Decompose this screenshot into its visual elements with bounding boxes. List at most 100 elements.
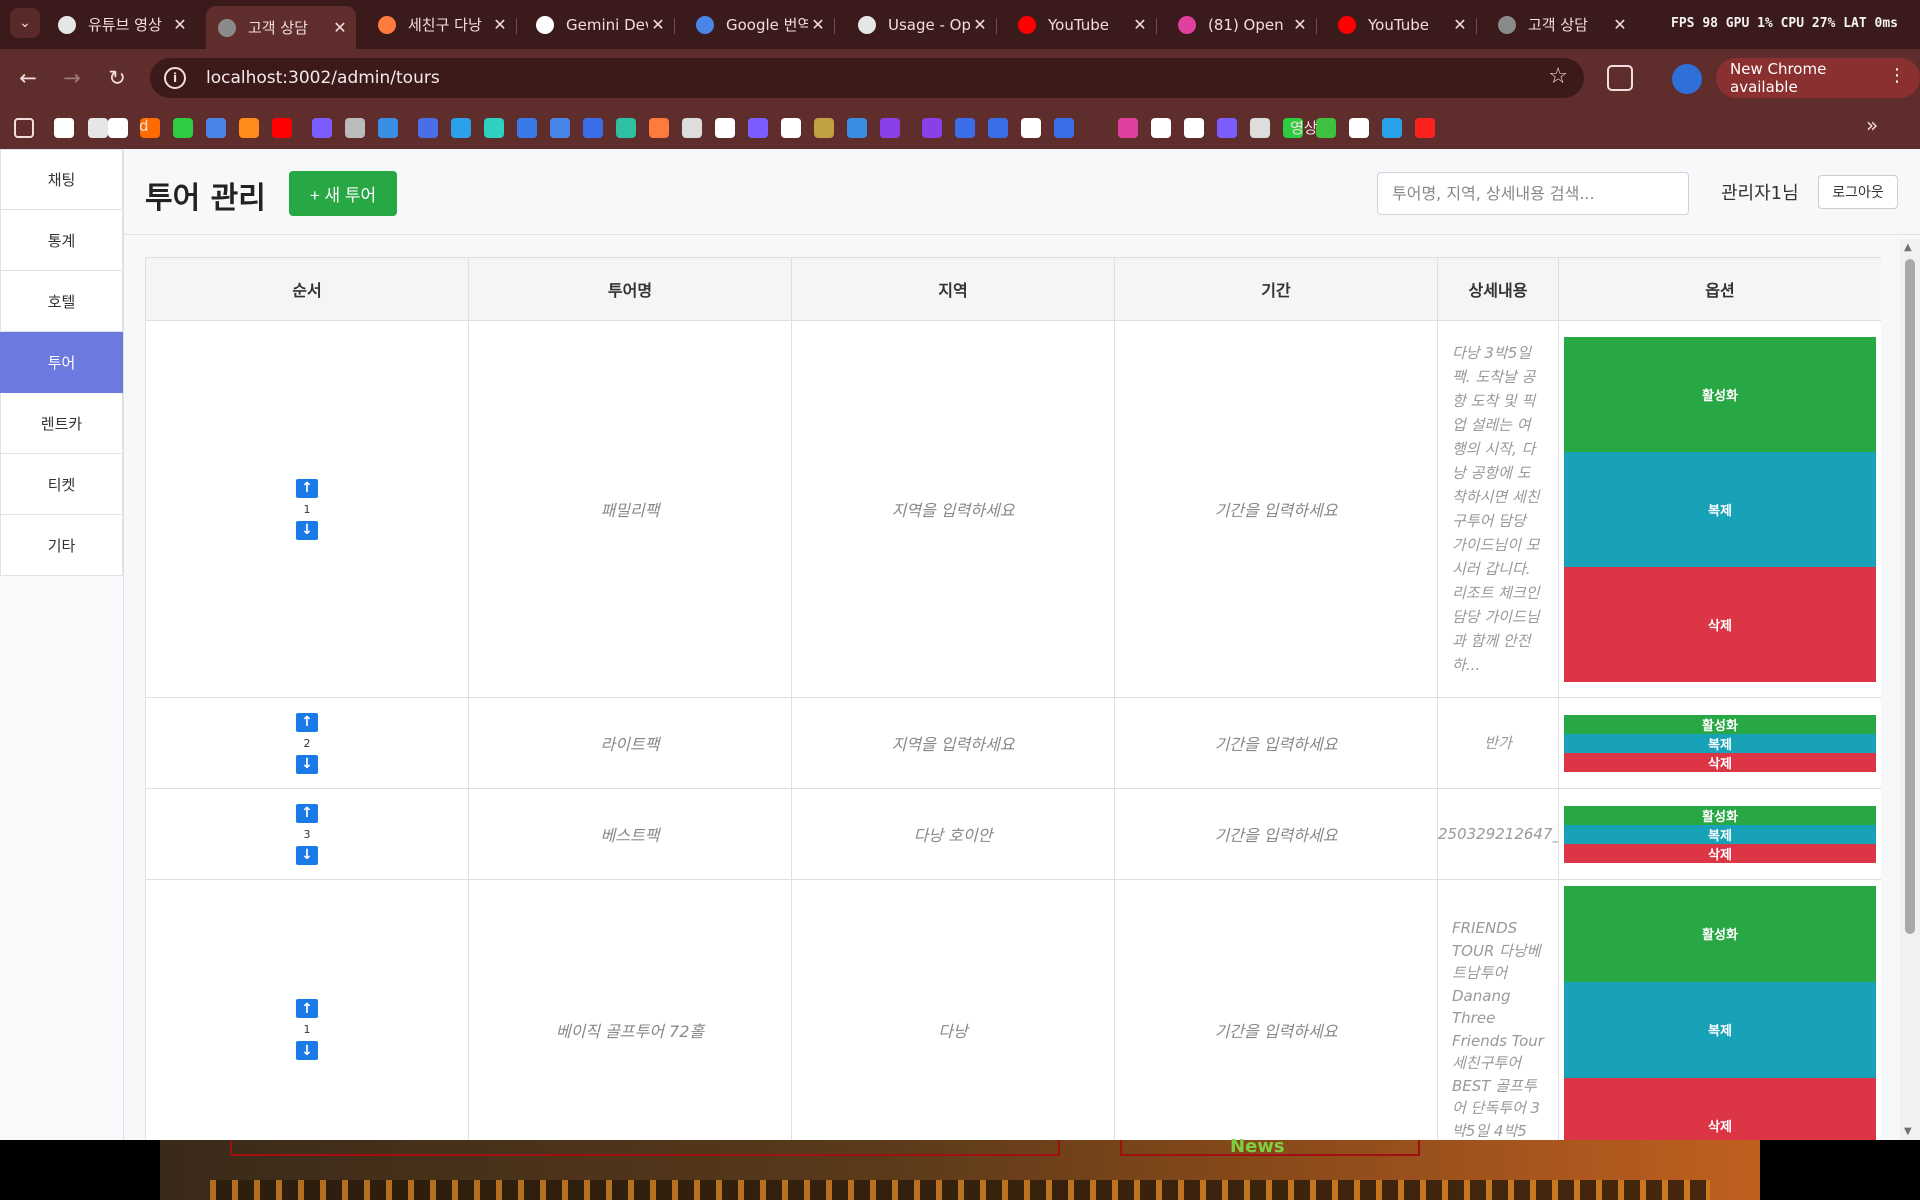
browser-tab[interactable]: Usage - Op ✕ xyxy=(846,8,996,41)
m-icon[interactable] xyxy=(550,118,570,138)
delete-button[interactable]: 삭제 xyxy=(1564,752,1876,772)
openai-icon[interactable] xyxy=(88,118,108,138)
browser-tab[interactable]: 고객 상담 ✕ xyxy=(1486,8,1636,41)
move-up-button[interactable]: ↑ xyxy=(296,999,318,1018)
tour-name-cell[interactable]: 패밀리팩 xyxy=(468,320,792,698)
figure-icon[interactable] xyxy=(814,118,834,138)
sidebar-item-ticket[interactable]: 티켓 xyxy=(0,454,123,515)
move-up-button[interactable]: ↑ xyxy=(296,478,318,498)
circle-icon[interactable] xyxy=(517,118,537,138)
openai-icon[interactable] xyxy=(847,118,867,138)
scroll-up-icon[interactable]: ▲ xyxy=(1904,242,1912,253)
close-tab-icon[interactable]: ✕ xyxy=(1130,15,1150,34)
profile-avatar[interactable] xyxy=(1672,64,1702,94)
period-cell[interactable]: 기간을 입력하세요 xyxy=(1114,320,1438,698)
detail-cell[interactable]: 다낭 3박5일 팩. 도착날 공항 도착 및 픽업 설레는 여행의 시작, 다낭… xyxy=(1437,320,1559,698)
copy-button[interactable]: 복제 xyxy=(1564,824,1876,844)
url-text[interactable]: localhost:3002/admin/tours xyxy=(206,68,440,88)
chart-icon[interactable] xyxy=(616,118,636,138)
naver-icon[interactable] xyxy=(173,118,193,138)
move-down-button[interactable]: ↓ xyxy=(296,845,318,865)
activate-button[interactable]: 활성화 xyxy=(1564,805,1876,825)
detail-cell[interactable]: 반가 xyxy=(1437,697,1559,789)
youtube-icon[interactable] xyxy=(272,118,292,138)
move-down-button[interactable]: ↓ xyxy=(296,1041,318,1060)
tour-name-cell[interactable]: 베스트팩 xyxy=(468,788,792,880)
translate-icon[interactable] xyxy=(206,118,226,138)
bookmark-star-icon[interactable]: ☆ xyxy=(1548,64,1568,89)
close-tab-icon[interactable]: ✕ xyxy=(490,15,510,34)
more-menu-icon[interactable]: ⋮ xyxy=(1888,65,1906,86)
palette-icon[interactable] xyxy=(1118,118,1138,138)
close-tab-icon[interactable]: ✕ xyxy=(330,18,350,37)
play-icon[interactable] xyxy=(1054,118,1074,138)
code-icon[interactable] xyxy=(715,118,735,138)
bookmarks-overflow-icon[interactable]: » xyxy=(1866,113,1878,137)
delete-button[interactable]: 삭제 xyxy=(1564,566,1876,682)
tour-name-cell[interactable]: 라이트팩 xyxy=(468,697,792,789)
activate-button[interactable]: 활성화 xyxy=(1564,714,1876,734)
browser-tab[interactable]: YouTube ✕ xyxy=(1326,8,1476,41)
bookmark-video-label[interactable]: 영상 xyxy=(1290,117,1318,138)
face-icon[interactable] xyxy=(1021,118,1041,138)
github-icon[interactable] xyxy=(54,118,74,138)
move-down-button[interactable]: ↓ xyxy=(296,754,318,774)
region-cell[interactable]: 다낭 호이안 xyxy=(791,788,1115,880)
cloudflare-icon[interactable] xyxy=(239,118,259,138)
close-tab-icon[interactable]: ✕ xyxy=(1610,15,1630,34)
period-cell[interactable]: 기간을 입력하세요 xyxy=(1114,879,1438,1140)
photo-icon[interactable] xyxy=(1250,118,1270,138)
reload-icon[interactable]: ↻ xyxy=(101,62,133,94)
activate-button[interactable]: 활성화 xyxy=(1564,885,1876,982)
browser-tab[interactable]: YouTube ✕ xyxy=(1006,8,1156,41)
browser-tab[interactable]: Google 번역 ✕ xyxy=(684,8,834,41)
close-tab-icon[interactable]: ✕ xyxy=(1290,15,1310,34)
site-info-icon[interactable]: i xyxy=(164,67,186,89)
address-bar[interactable]: i localhost:3002/admin/tours ☆ xyxy=(150,58,1584,98)
sidebar-item-chat[interactable]: 채팅 xyxy=(0,149,123,210)
ai-icon[interactable] xyxy=(1184,118,1204,138)
close-tab-icon[interactable]: ✕ xyxy=(170,15,190,34)
browser-tab[interactable]: Gemini Dev ✕ xyxy=(524,8,674,41)
apps-grid-icon[interactable] xyxy=(14,118,34,138)
sidebar-item-rentcar[interactable]: 렌트카 xyxy=(0,393,123,454)
bar-icon[interactable] xyxy=(988,118,1008,138)
delete-button[interactable]: 삭제 xyxy=(1564,843,1876,863)
logout-button[interactable]: 로그아웃 xyxy=(1818,175,1898,209)
tiktok-icon[interactable] xyxy=(748,118,768,138)
copy-button[interactable]: 복제 xyxy=(1564,981,1876,1078)
wave-icon[interactable] xyxy=(484,118,504,138)
move-up-button[interactable]: ↑ xyxy=(296,803,318,823)
tool-icon[interactable] xyxy=(418,118,438,138)
new-tour-button[interactable]: + 새 투어 xyxy=(289,171,397,216)
gear-icon[interactable] xyxy=(345,118,365,138)
period-cell[interactable]: 기간을 입력하세요 xyxy=(1114,697,1438,789)
tour-search-input[interactable] xyxy=(1377,172,1689,215)
copy-button[interactable]: 복제 xyxy=(1564,733,1876,753)
globe-icon[interactable] xyxy=(378,118,398,138)
close-tab-icon[interactable]: ✕ xyxy=(808,15,828,34)
bookmark-d-label[interactable]: d xyxy=(139,117,149,135)
spiral-icon[interactable] xyxy=(1316,118,1336,138)
tools-icon[interactable] xyxy=(1349,118,1369,138)
tour-name-cell[interactable]: 베이직 골프투어 72홀 xyxy=(468,879,792,1140)
detail-cell[interactable]: 250329212647_9( xyxy=(1437,788,1559,880)
scroll-down-icon[interactable]: ▼ xyxy=(1904,1126,1912,1137)
browser-tab[interactable]: 유튜브 영상 ✕ xyxy=(46,8,196,41)
scroll-thumb[interactable] xyxy=(1905,259,1915,934)
close-tab-icon[interactable]: ✕ xyxy=(1450,15,1470,34)
detail-cell[interactable]: FRIENDS TOUR 다낭베트남투어 Danang Three Friend… xyxy=(1437,879,1559,1140)
region-cell[interactable]: 지역을 입력하세요 xyxy=(791,697,1115,789)
period-cell[interactable]: 기간을 입력하세요 xyxy=(1114,788,1438,880)
sparkle-icon[interactable] xyxy=(649,118,669,138)
stack-icon[interactable] xyxy=(312,118,332,138)
image-icon[interactable] xyxy=(451,118,471,138)
sidebar-item-stats[interactable]: 통계 xyxy=(0,210,123,271)
close-tab-icon[interactable]: ✕ xyxy=(970,15,990,34)
folder-icon[interactable] xyxy=(922,118,942,138)
extensions-icon[interactable] xyxy=(1607,65,1633,91)
region-cell[interactable]: 다낭 xyxy=(791,879,1115,1140)
move-up-button[interactable]: ↑ xyxy=(296,712,318,732)
waveform-icon[interactable] xyxy=(1217,118,1237,138)
delete-button[interactable]: 삭제 xyxy=(1564,1077,1876,1140)
